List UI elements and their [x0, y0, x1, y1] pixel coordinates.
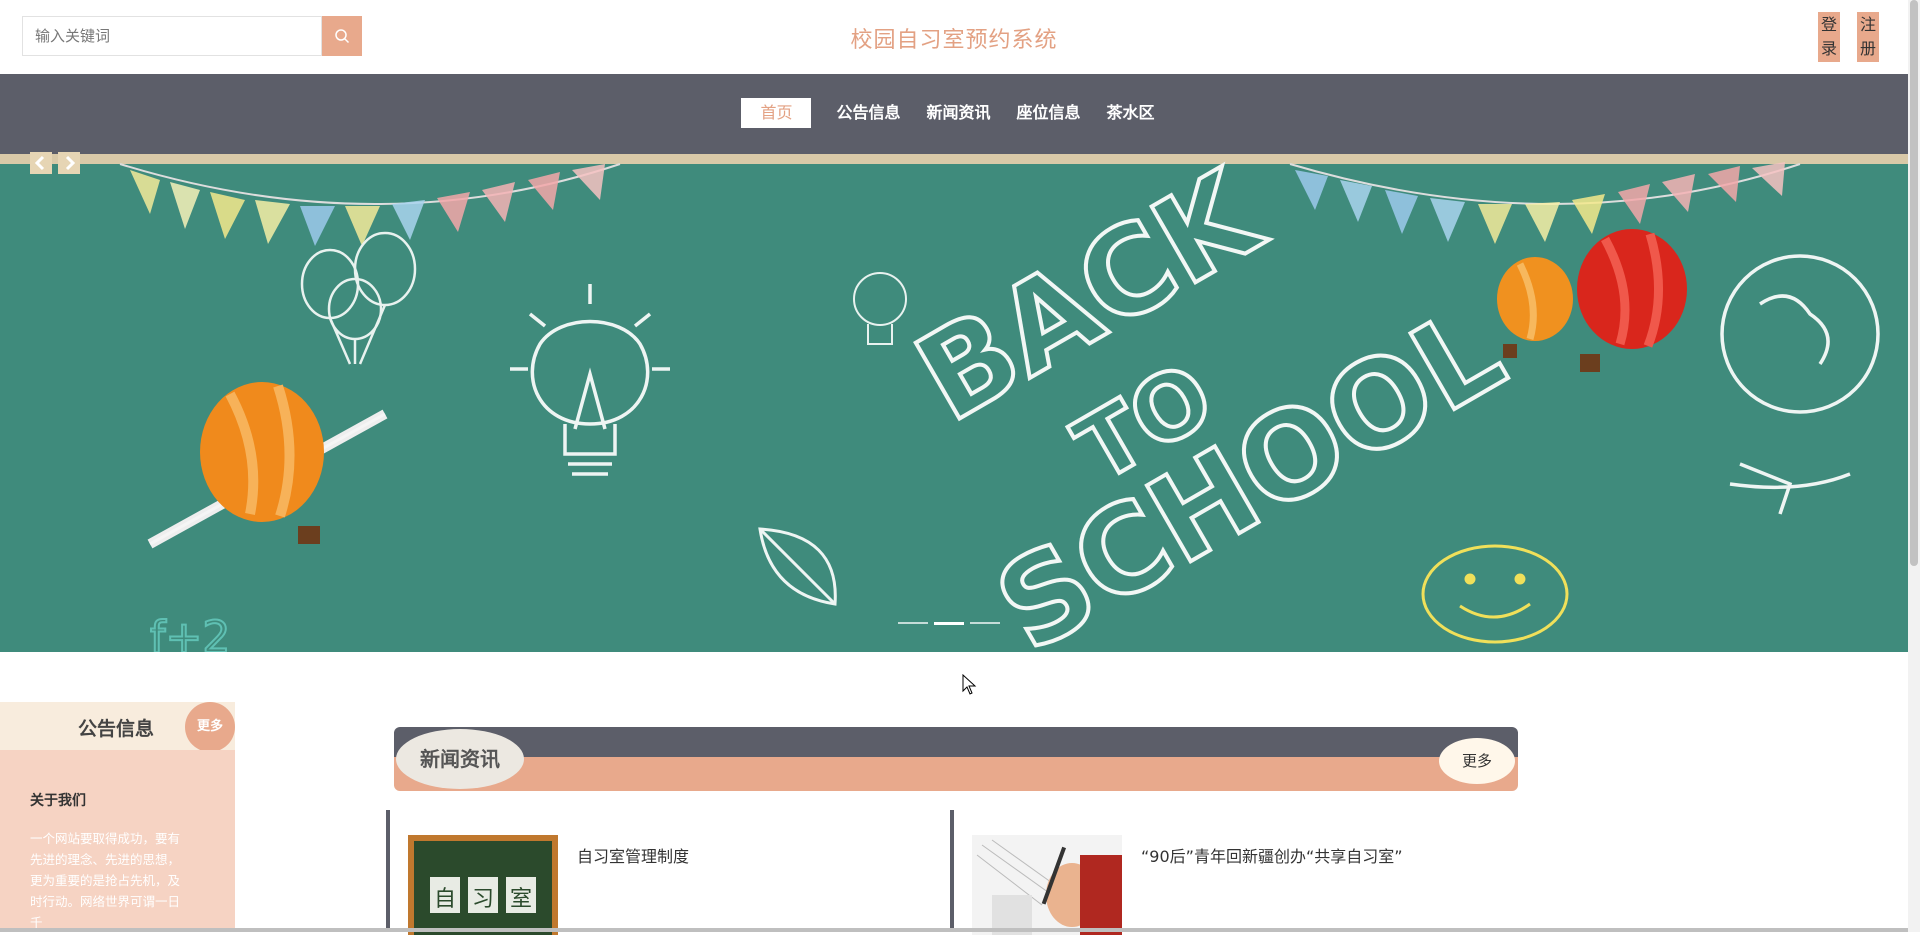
news-card[interactable]: 自 习 室 自习室管理制度	[386, 810, 946, 935]
carousel-dot-active[interactable]	[934, 622, 964, 625]
chevron-left-icon	[34, 155, 45, 171]
carousel-dot[interactable]	[970, 622, 1000, 624]
carousel-next-button[interactable]	[58, 152, 80, 174]
svg-text:f+2: f+2	[150, 612, 230, 652]
notice-item-title[interactable]: 关于我们	[30, 790, 86, 810]
thumb-char-2: 习	[472, 887, 494, 912]
header: 校园自习室预约系统 登录 注册	[0, 0, 1908, 74]
horizontal-scrollbar[interactable]	[0, 928, 1908, 932]
notice-title: 公告信息	[78, 718, 155, 740]
news-section-header: 新闻资讯 更多	[394, 727, 1518, 791]
news-thumbnail[interactable]	[972, 835, 1122, 935]
nav-item-announcements[interactable]: 公告信息	[824, 98, 912, 128]
login-button[interactable]: 登录	[1818, 12, 1840, 62]
nav-item-seats[interactable]: 座位信息	[1005, 98, 1093, 128]
nav-item-news[interactable]: 新闻资讯	[914, 98, 1002, 128]
news-thumbnail[interactable]: 自 习 室	[408, 835, 558, 935]
back-to-school-illustration: BACK TO SCHOOL f+2	[0, 154, 1908, 652]
news-item-title[interactable]: “90后”青年回新疆创办“共享自习室”	[1141, 843, 1403, 867]
nav-item-tea-area[interactable]: 茶水区	[1095, 98, 1167, 128]
notice-body: 关于我们 一个网站要取得成功，要有先进的理念、先进的思想，更为重要的是抢占先机，…	[0, 750, 235, 932]
news-card[interactable]: “90后”青年回新疆创办“共享自习室”	[950, 810, 1510, 935]
scrollbar-thumb[interactable]	[1910, 0, 1918, 566]
nav-item-home[interactable]: 首页	[741, 98, 812, 128]
news-section-title: 新闻资讯	[396, 729, 524, 789]
mouse-cursor-icon	[962, 674, 977, 695]
main-nav: 首页 公告信息 新闻资讯 座位信息 茶水区	[0, 74, 1908, 154]
news-more-button[interactable]: 更多	[1439, 738, 1515, 784]
carousel-dot[interactable]	[898, 622, 928, 624]
carousel-prev-button[interactable]	[30, 152, 52, 174]
banner-carousel[interactable]: BACK TO SCHOOL f+2	[0, 154, 1908, 652]
chevron-right-icon	[65, 155, 76, 171]
notice-panel: 公告信息 更多 关于我们 一个网站要取得成功，要有先进的理念、先进的思想，更为重…	[0, 702, 235, 932]
thumb-char-1: 自	[434, 887, 456, 912]
thumb-char-3: 室	[510, 887, 532, 912]
notice-item-text: 一个网站要取得成功，要有先进的理念、先进的思想，更为重要的是抢占先机，及时行动。…	[30, 831, 181, 930]
site-title: 校园自习室预约系统	[850, 28, 1058, 53]
carousel-indicators	[898, 622, 1000, 625]
notice-more-button[interactable]: 更多	[185, 702, 235, 752]
register-button[interactable]: 注册	[1857, 12, 1879, 62]
news-item-title[interactable]: 自习室管理制度	[577, 843, 689, 867]
